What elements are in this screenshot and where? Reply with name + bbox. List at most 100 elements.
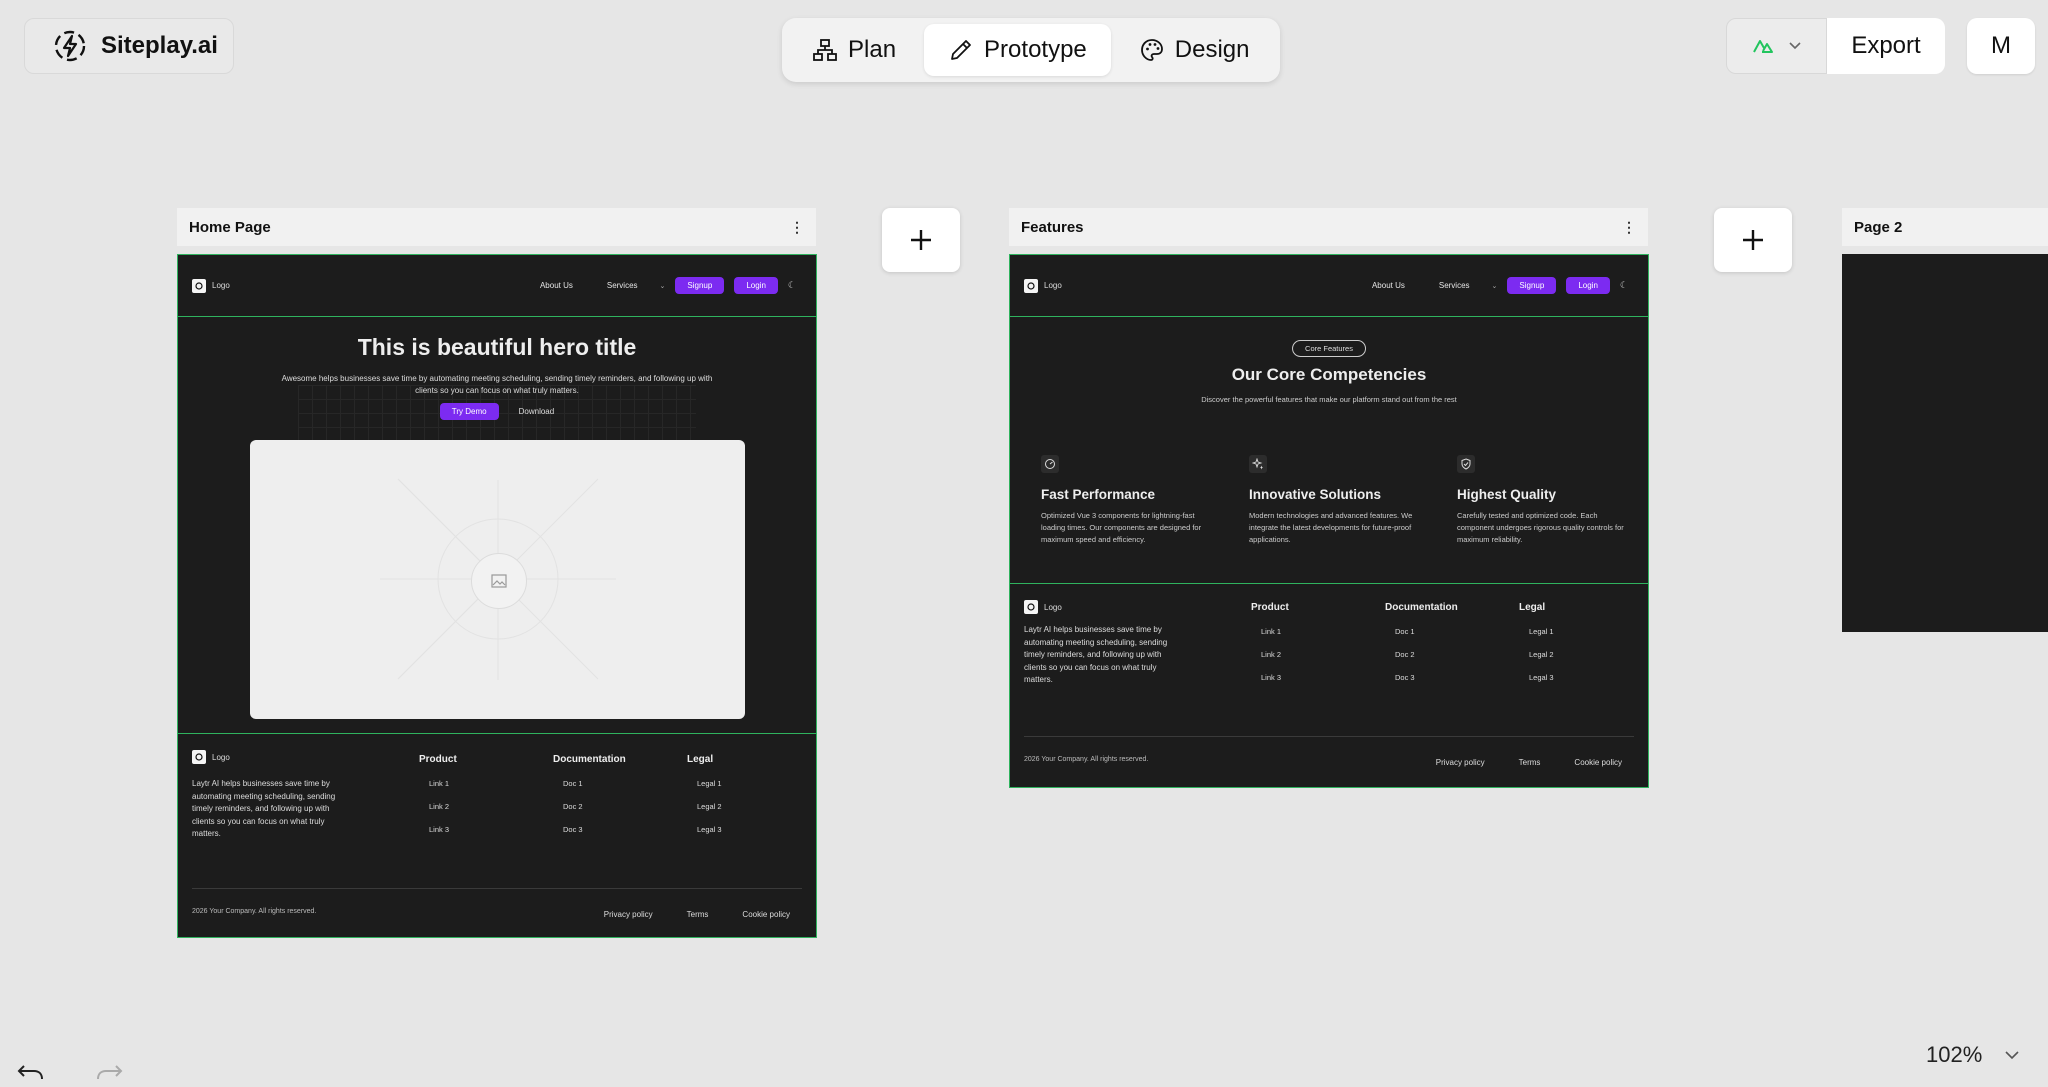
avatar[interactable]: M: [1967, 18, 2035, 74]
nav-link-services[interactable]: Services: [595, 281, 650, 290]
footer-heading: Documentation: [1385, 602, 1458, 613]
hero-actions: Try Demo Download: [178, 403, 816, 420]
gauge-icon: [1041, 455, 1059, 473]
add-page-button[interactable]: [1714, 208, 1792, 272]
footer-column-product: Product Link 1 Link 2 Link 3: [419, 754, 457, 848]
footer-link[interactable]: Legal 3: [1519, 673, 1554, 682]
footer-description: Laytr AI helps businesses save time by a…: [1024, 625, 1168, 684]
footer-bottom-links: Privacy policy Terms Cookie policy: [1436, 758, 1622, 767]
page-canvas-features[interactable]: Logo About Us Services ⌄ Signup Login ☾ …: [1009, 254, 1649, 788]
footer-divider: [1024, 736, 1634, 737]
try-demo-button[interactable]: Try Demo: [439, 403, 499, 420]
nav-link-about[interactable]: About Us: [1360, 281, 1417, 290]
brand-name: Siteplay.ai: [101, 32, 218, 59]
redo-button[interactable]: [94, 1060, 124, 1087]
palette-icon: [1140, 39, 1163, 61]
chevron-down-icon: [1788, 42, 1801, 50]
lightning-icon: [54, 30, 86, 62]
brand-button[interactable]: Siteplay.ai: [24, 18, 234, 74]
chevron-down-icon: [2005, 1051, 2019, 1060]
login-button[interactable]: Login: [734, 277, 778, 294]
mode-prototype-label: Prototype: [984, 36, 1087, 63]
page-title-features: Features: [1021, 218, 1084, 236]
page-header-features[interactable]: Features ⋮: [1009, 208, 1648, 246]
kebab-menu-icon[interactable]: ⋮: [790, 219, 804, 236]
feature-card: Fast Performance Optimized Vue 3 compone…: [1041, 455, 1211, 546]
pencil-icon: [951, 40, 971, 60]
plus-icon: [1743, 230, 1763, 250]
privacy-policy-link[interactable]: Privacy policy: [1436, 758, 1485, 767]
mode-plan-label: Plan: [848, 36, 897, 63]
page-canvas-home[interactable]: Logo About Us Services ⌄ Signup Login ☾ …: [177, 254, 817, 938]
kebab-menu-icon[interactable]: ⋮: [1622, 219, 1636, 236]
image-icon: [471, 553, 527, 609]
signup-button[interactable]: Signup: [675, 277, 725, 294]
footer-copyright: 2026 Your Company. All rights reserved.: [1024, 756, 1149, 763]
moon-icon[interactable]: ☾: [788, 280, 796, 291]
feature-text: Modern technologies and advanced feature…: [1249, 511, 1413, 544]
privacy-policy-link[interactable]: Privacy policy: [604, 910, 653, 919]
feature-card: Highest Quality Carefully tested and opt…: [1457, 455, 1627, 546]
zoom-control[interactable]: 102%: [1926, 1042, 2020, 1068]
page-title-home: Home Page: [189, 218, 271, 236]
nav-logo[interactable]: Logo: [1024, 278, 1062, 293]
footer-link[interactable]: Legal 3: [687, 825, 722, 834]
footer-link[interactable]: Link 3: [419, 825, 457, 834]
undo-button[interactable]: [16, 1060, 46, 1087]
footer-link[interactable]: Link 3: [1251, 673, 1289, 682]
cookie-policy-link[interactable]: Cookie policy: [1574, 758, 1622, 767]
login-button[interactable]: Login: [1566, 277, 1610, 294]
hero-subtitle: Awesome helps businesses save time by au…: [281, 374, 713, 395]
section-badge: Core Features: [1292, 340, 1366, 357]
footer-link[interactable]: Link 1: [1251, 627, 1289, 636]
add-page-button[interactable]: [882, 208, 960, 272]
feature-title: Highest Quality: [1457, 487, 1557, 502]
footer-column-documentation: Documentation Doc 1 Doc 2 Doc 3: [553, 754, 626, 848]
footer-link[interactable]: Legal 2: [687, 802, 722, 811]
footer-link[interactable]: Doc 2: [553, 802, 626, 811]
mode-design[interactable]: Design: [1115, 24, 1274, 76]
nuxt-icon: [1752, 40, 1773, 53]
footer-link[interactable]: Legal 1: [687, 779, 722, 788]
logo-text: Logo: [212, 752, 230, 762]
page-header-page-2[interactable]: Page 2: [1842, 208, 2048, 246]
footer-logo[interactable]: Logo: [192, 750, 230, 764]
logo-icon: [192, 750, 206, 764]
nav-link-services[interactable]: Services: [1427, 281, 1482, 290]
footer-column-documentation: Documentation Doc 1 Doc 2 Doc 3: [1385, 602, 1458, 696]
feature-title: Fast Performance: [1041, 487, 1156, 502]
footer-link[interactable]: Link 2: [419, 802, 457, 811]
page-header-home[interactable]: Home Page ⋮: [177, 208, 816, 246]
download-button[interactable]: Download: [519, 407, 555, 416]
footer-logo[interactable]: Logo: [1024, 600, 1062, 614]
framework-select[interactable]: [1726, 18, 1827, 74]
signup-button[interactable]: Signup: [1507, 277, 1557, 294]
footer-link[interactable]: Doc 3: [1385, 673, 1458, 682]
nav-link-about[interactable]: About Us: [528, 281, 585, 290]
footer-link[interactable]: Legal 2: [1519, 650, 1554, 659]
cookie-policy-link[interactable]: Cookie policy: [742, 910, 790, 919]
mode-switcher: Plan Prototype Design: [782, 18, 1280, 82]
footer-link[interactable]: Doc 3: [553, 825, 626, 834]
footer-link[interactable]: Link 2: [1251, 650, 1289, 659]
terms-link[interactable]: Terms: [1519, 758, 1541, 767]
terms-link[interactable]: Terms: [687, 910, 709, 919]
footer-link[interactable]: Doc 1: [1385, 627, 1458, 636]
footer-link[interactable]: Link 1: [419, 779, 457, 788]
footer-link[interactable]: Legal 1: [1519, 627, 1554, 636]
page-canvas-page-2[interactable]: [1842, 254, 2048, 632]
chevron-down-icon: ⌄: [659, 282, 666, 290]
undo-icon: [17, 1065, 43, 1080]
footer-link[interactable]: Doc 1: [553, 779, 626, 788]
footer-link[interactable]: Doc 2: [1385, 650, 1458, 659]
export-group: Export: [1726, 18, 1945, 74]
moon-icon[interactable]: ☾: [1620, 280, 1628, 291]
section-title: Our Core Competencies: [1231, 365, 1427, 384]
mode-prototype[interactable]: Prototype: [924, 24, 1111, 76]
footer: Logo Laytr AI helps businesses save time…: [1010, 583, 1648, 787]
export-button[interactable]: Export: [1827, 18, 1945, 74]
navbar: Logo About Us Services ⌄ Signup Login ☾: [1010, 255, 1648, 317]
nav-logo[interactable]: Logo: [192, 278, 230, 293]
mode-plan[interactable]: Plan: [788, 24, 920, 76]
feature-text: Carefully tested and optimized code. Eac…: [1457, 511, 1624, 544]
